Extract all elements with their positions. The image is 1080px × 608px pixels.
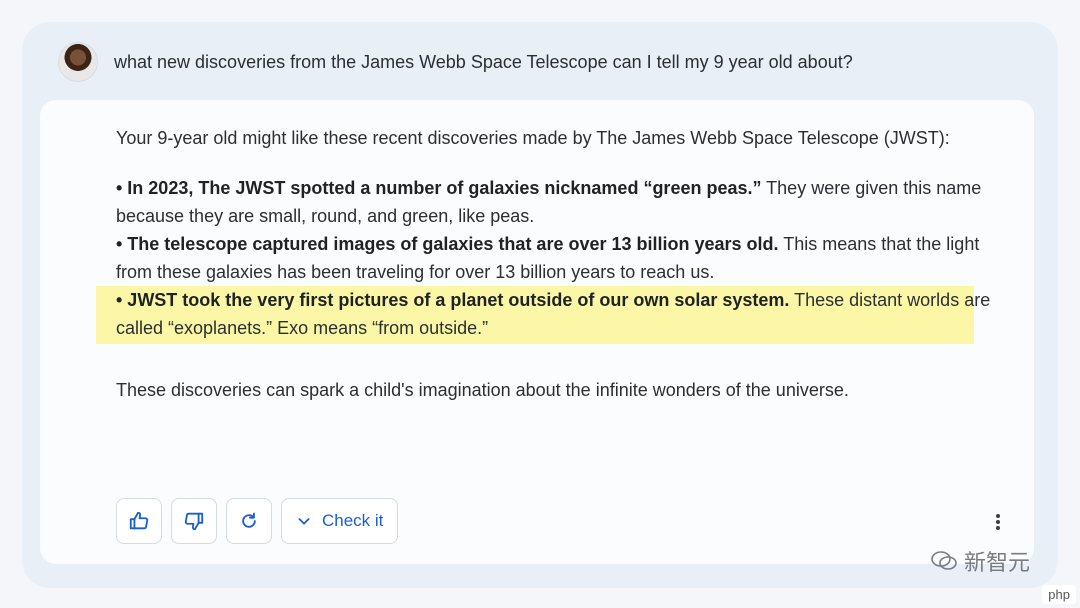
thumbs-down-icon bbox=[183, 510, 205, 532]
bullet-green-peas: • In 2023, The JWST spotted a number of … bbox=[116, 174, 996, 230]
conversation-panel: what new discoveries from the James Webb… bbox=[22, 22, 1058, 588]
watermark-text: 新智元 bbox=[964, 550, 1031, 575]
refresh-icon bbox=[239, 511, 259, 531]
check-it-button[interactable]: Check it bbox=[281, 498, 399, 544]
more-vertical-dot bbox=[996, 526, 1000, 530]
response-actions: Check it bbox=[116, 498, 399, 544]
wechat-icon bbox=[930, 550, 958, 572]
user-prompt-text: what new discoveries from the James Webb… bbox=[114, 51, 853, 72]
bullet-old-galaxies: • The telescope captured images of galax… bbox=[116, 230, 996, 286]
more-vertical-dot bbox=[996, 520, 1000, 524]
response-body: Your 9-year old might like these recent … bbox=[116, 124, 996, 404]
more-vertical-icon bbox=[996, 514, 1000, 518]
user-avatar bbox=[58, 42, 98, 82]
user-prompt-row: what new discoveries from the James Webb… bbox=[58, 42, 853, 82]
bullet-bold-text: • The telescope captured images of galax… bbox=[116, 234, 779, 254]
thumbs-up-button[interactable] bbox=[116, 498, 162, 544]
response-conclusion: These discoveries can spark a child's im… bbox=[116, 380, 849, 400]
more-options-button[interactable] bbox=[990, 514, 1006, 530]
bullet-bold-text: • In 2023, The JWST spotted a number of … bbox=[116, 178, 762, 198]
response-card: Your 9-year old might like these recent … bbox=[40, 100, 1034, 564]
watermark: 新智元 bbox=[930, 545, 1030, 577]
thumbs-down-button[interactable] bbox=[171, 498, 217, 544]
response-intro: Your 9-year old might like these recent … bbox=[116, 128, 950, 148]
php-badge: php bbox=[1042, 585, 1076, 604]
chevron-down-icon bbox=[296, 513, 312, 529]
regenerate-button[interactable] bbox=[226, 498, 272, 544]
thumbs-up-icon bbox=[128, 510, 150, 532]
check-it-label: Check it bbox=[322, 511, 384, 530]
bullet-bold-text: • JWST took the very first pictures of a… bbox=[116, 290, 790, 310]
bullet-exoplanets: • JWST took the very first pictures of a… bbox=[116, 286, 996, 342]
